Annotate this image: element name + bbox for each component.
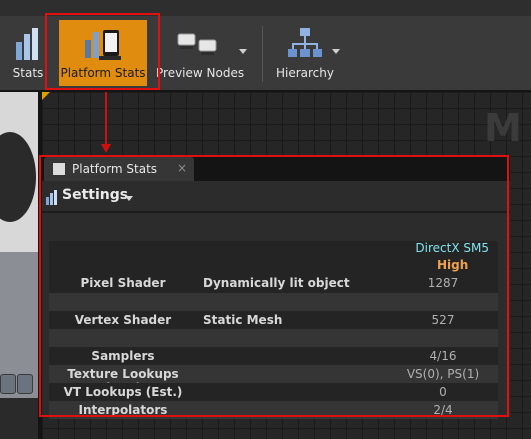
toolbar-separator: [262, 26, 263, 82]
row-value: 2/4: [433, 403, 453, 417]
platform-header: DirectX SM5: [49, 241, 498, 255]
hierarchy-icon: [288, 28, 322, 57]
row-desc: Static Mesh: [203, 313, 283, 327]
preview-nodes-dropdown-icon[interactable]: [239, 49, 247, 54]
callout-arrow-line: [105, 92, 107, 146]
preview-nodes-button[interactable]: Preview Nodes: [156, 20, 245, 86]
tab-platform-stats[interactable]: Platform Stats ×: [44, 157, 194, 181]
platform-stats-icon: [85, 30, 121, 60]
row-name: Samplers: [91, 349, 155, 363]
row-name: VT Lookups (Est.): [63, 385, 183, 399]
preview-viewport[interactable]: [0, 92, 38, 398]
table-row: Texture Lookups (Est.) VS(0), PS(1): [49, 365, 498, 395]
graph-watermark: M: [484, 106, 524, 150]
viewport-object: [0, 132, 36, 222]
stats-button[interactable]: Stats: [6, 20, 50, 86]
row-name: Interpolators: [78, 403, 168, 417]
chevron-down-icon: [125, 196, 133, 201]
tab-label: Platform Stats: [72, 162, 158, 176]
row-value: 527: [431, 313, 455, 327]
table-row: Vertex Shader Static Mesh 527: [49, 311, 498, 329]
quality-level: High: [437, 258, 469, 272]
platform-stats-panel: Platform Stats × Settings DirectX SM5 Hi…: [42, 155, 510, 419]
platform-stats-button-label: Platform Stats: [60, 66, 146, 80]
panel-divider: [42, 211, 510, 213]
platform-stats-button[interactable]: Platform Stats: [59, 20, 147, 86]
settings-label: Settings: [62, 187, 129, 203]
platform-stats-tab-icon: [52, 162, 66, 176]
table-row: Samplers 4/16: [49, 347, 498, 365]
row-value: 0: [439, 385, 447, 399]
stats-icon: [16, 28, 38, 60]
table-row: Interpolators 2/4: [49, 401, 498, 419]
close-icon[interactable]: ×: [177, 161, 187, 175]
row-name: Pixel Shader: [80, 276, 166, 290]
hierarchy-button-label: Hierarchy: [275, 66, 334, 80]
settings-bars-icon: [46, 190, 57, 205]
stats-button-label: Stats: [12, 66, 44, 80]
hierarchy-button[interactable]: Hierarchy: [272, 20, 338, 86]
graph-corner-marker: [42, 92, 50, 100]
top-strip: [0, 0, 531, 17]
callout-arrowhead: [101, 144, 111, 153]
viewport-settings-icon[interactable]: [17, 374, 33, 394]
viewport-button-left[interactable]: [0, 374, 16, 394]
table-row: [49, 293, 498, 311]
hierarchy-dropdown-icon[interactable]: [332, 49, 340, 54]
panel-body: Settings DirectX SM5 High Pixel Shader D…: [42, 181, 510, 419]
quality-header: High: [49, 255, 498, 273]
table-row: [49, 329, 498, 347]
row-value: VS(0), PS(1): [406, 367, 480, 381]
table-row: Pixel Shader Dynamically lit object 1287: [49, 273, 498, 293]
platform-name: DirectX SM5: [415, 241, 489, 255]
row-value: 1287: [427, 276, 459, 290]
left-bottom-area: [0, 398, 38, 439]
row-desc: Dynamically lit object: [203, 276, 350, 290]
table-row: VT Lookups (Est.) 0: [49, 383, 498, 401]
preview-nodes-icon: [177, 33, 217, 55]
row-value: 4/16: [429, 349, 457, 363]
row-name: Vertex Shader: [74, 313, 172, 327]
preview-nodes-button-label: Preview Nodes: [156, 66, 245, 80]
toolbar: Stats Platform Stats Preview Nodes Hiera…: [0, 16, 531, 92]
tab-bar: Platform Stats ×: [42, 155, 510, 181]
